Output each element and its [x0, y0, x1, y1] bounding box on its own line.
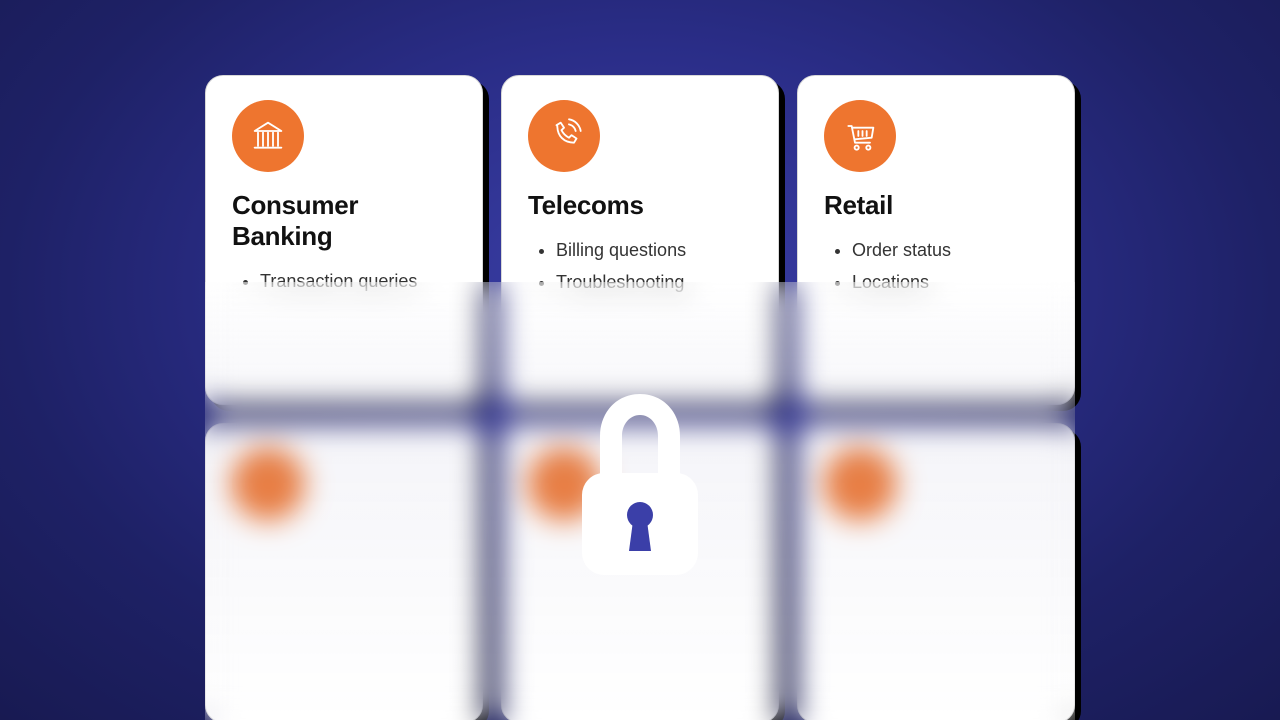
- list-item: Billing questions: [556, 235, 752, 267]
- list-item: Locations: [852, 267, 1048, 299]
- card-placeholder: [797, 423, 1075, 720]
- card-placeholder: [501, 423, 779, 720]
- cart-icon: [824, 100, 896, 172]
- content-stage: Consumer Banking Transaction queries Tel…: [205, 75, 1075, 720]
- list-item: Troubleshooting: [556, 267, 752, 299]
- card-title: Telecoms: [528, 190, 752, 221]
- placeholder-icon: [528, 448, 600, 520]
- card-list: Billing questions Troubleshooting: [528, 235, 752, 298]
- card-title: Retail: [824, 190, 1048, 221]
- cards-row: Consumer Banking Transaction queries Tel…: [205, 75, 1075, 405]
- list-item: Transaction queries: [260, 266, 456, 298]
- card-consumer-banking: Consumer Banking Transaction queries: [205, 75, 483, 405]
- card-telecoms: Telecoms Billing questions Troubleshooti…: [501, 75, 779, 405]
- card-placeholder: [205, 423, 483, 720]
- card-list: Order status Locations: [824, 235, 1048, 298]
- phone-icon: [528, 100, 600, 172]
- card-list: Transaction queries: [232, 266, 456, 298]
- bank-icon: [232, 100, 304, 172]
- placeholder-icon: [824, 448, 896, 520]
- placeholder-icon: [232, 448, 304, 520]
- list-item: Order status: [852, 235, 1048, 267]
- cards-row-blurred: [205, 423, 1075, 720]
- card-retail: Retail Order status Locations: [797, 75, 1075, 405]
- card-title: Consumer Banking: [232, 190, 456, 252]
